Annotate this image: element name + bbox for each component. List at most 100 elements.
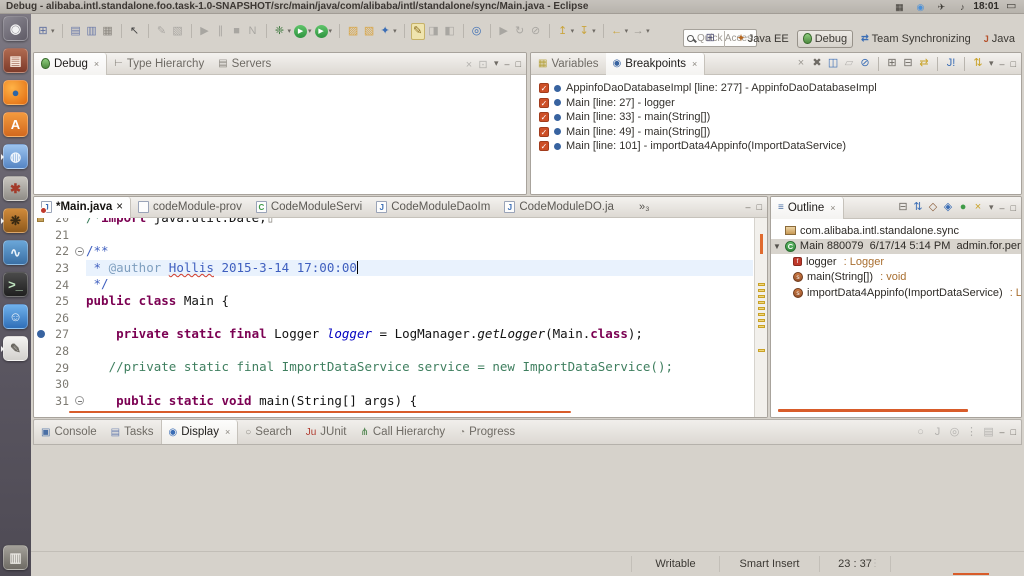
save-icon[interactable]: ▤	[69, 24, 83, 39]
messenger-launcher-icon[interactable]: ☺	[3, 304, 28, 329]
breakpoint-item[interactable]: ✓ AppinfoDaoDatabaseImpl [line: 277] - A…	[539, 81, 1017, 95]
minimize-icon[interactable]: –	[998, 427, 1007, 437]
code-line[interactable]: 31 public static void main(String[] args…	[34, 393, 753, 410]
view-menu-icon[interactable]: ▾	[987, 58, 996, 69]
maximize-icon[interactable]: □	[755, 202, 764, 212]
clock[interactable]: 18:01	[973, 1, 999, 12]
tab-main-java[interactable]: J *Main.java ×	[34, 197, 131, 218]
sort-icon[interactable]: ⇅	[911, 200, 925, 215]
next-edit-location-dropdown-icon[interactable]: ▾	[592, 27, 596, 35]
maximize-icon[interactable]: □	[1009, 203, 1018, 213]
outline-item-method[interactable]: s importData4Appinfo(ImportDataService) …	[771, 285, 1021, 301]
minimize-icon[interactable]: –	[503, 59, 512, 69]
tab-junit[interactable]: Ju JUnit	[299, 420, 354, 444]
code-line[interactable]: 24 */	[34, 276, 753, 293]
back-history-dropdown-icon[interactable]: ▾	[625, 27, 629, 35]
tab-outline[interactable]: ≡ Outline ×	[771, 197, 844, 219]
close-icon[interactable]: ×	[830, 203, 835, 213]
system-monitor-launcher-icon[interactable]: ∿	[3, 240, 28, 265]
tab-variables[interactable]: ▦ Variables	[531, 53, 606, 75]
tab-overflow-chevron[interactable]: »₃	[639, 201, 650, 213]
session-indicator-icon[interactable]: ▭	[1006, 0, 1020, 14]
code-line[interactable]: 28	[34, 343, 753, 360]
firefox-launcher-icon[interactable]: ●	[3, 80, 28, 105]
tab-console[interactable]: ▣ Console	[34, 420, 104, 444]
indicator-network-icon[interactable]: ◉	[913, 1, 927, 13]
outline-item-field[interactable]: f logger : Logger	[771, 254, 1021, 270]
new-java-project-icon[interactable]: ▨	[346, 24, 360, 39]
minimize-icon[interactable]: –	[998, 203, 1007, 213]
terminal-launcher-icon[interactable]: >_	[3, 272, 28, 297]
code-line[interactable]: 25 public class Main {	[34, 293, 753, 310]
search-icon[interactable]: ✦	[378, 24, 392, 39]
close-icon[interactable]: ×	[225, 427, 230, 437]
overview-ruler[interactable]	[754, 218, 767, 417]
tab-codemodule-prov[interactable]: codeModule-prov	[131, 197, 249, 218]
close-icon[interactable]: ×	[692, 59, 697, 69]
add-java-exception-breakpoint-icon[interactable]: J!	[944, 56, 958, 71]
tab-display[interactable]: ◉ Display ×	[161, 420, 239, 444]
debug-view-content[interactable]	[34, 76, 526, 194]
breakpoint-checkbox[interactable]: ✓	[539, 141, 549, 151]
debug-icon[interactable]: ❈	[273, 24, 287, 39]
minimize-icon[interactable]: –	[998, 59, 1007, 69]
code-editor[interactable]: 20 /*import java.util.Date;▯ 21 22 /** 2…	[34, 218, 767, 417]
breakpoint-dot-icon[interactable]	[37, 330, 45, 338]
print-icon[interactable]: ▦	[101, 24, 115, 39]
tab-codemoduledo-ja[interactable]: J CodeModuleDO.ja	[497, 197, 621, 218]
tab-debug[interactable]: Debug ×	[34, 53, 107, 75]
indicator-bluetooth-icon[interactable]: ✈	[934, 1, 948, 13]
new-wizard-icon[interactable]: ⊞	[36, 24, 50, 39]
open-element-icon[interactable]: ◎	[470, 24, 484, 39]
chromium-launcher-icon[interactable]: ◍	[3, 144, 28, 169]
tab-servers[interactable]: ▤ Servers	[211, 53, 278, 75]
perspective-java-ee[interactable]: ✦ Java EE	[732, 31, 794, 47]
code-line[interactable]: 22 /**	[34, 243, 753, 260]
maximize-icon[interactable]: □	[514, 59, 523, 69]
drag-handle[interactable]: ⋮⋮	[861, 558, 879, 569]
breakpoint-item[interactable]: ✓ Main [line: 101] - importData4Appinfo(…	[539, 139, 1017, 153]
code-line[interactable]: 27 private static final Logger logger = …	[34, 326, 753, 343]
breakpoint-checkbox[interactable]: ✓	[539, 83, 549, 93]
java-app-launcher-icon[interactable]: ❋	[3, 208, 28, 233]
forward-history-dropdown-icon[interactable]: ▾	[646, 27, 650, 35]
forward-history-icon[interactable]: →	[631, 24, 645, 39]
tab-codemoduledaoim[interactable]: J CodeModuleDaoIm	[369, 197, 497, 218]
code-line[interactable]: 21	[34, 227, 753, 244]
indicator-keyboard-icon[interactable]: ▦	[892, 1, 906, 13]
code-line[interactable]: 30	[34, 376, 753, 393]
outline-item-method[interactable]: s main(String[]) : void	[771, 270, 1021, 286]
new-wizard-dropdown-icon[interactable]: ▾	[51, 27, 55, 35]
run-last-launched-icon[interactable]: ▶	[315, 25, 328, 38]
previous-edit-location-icon[interactable]: ↥	[556, 24, 570, 39]
collapse-all-icon[interactable]: ⊟	[901, 56, 915, 71]
java-editor-selection-icon[interactable]: ↖	[128, 24, 142, 39]
save-all-icon[interactable]: ▥	[85, 24, 99, 39]
close-icon[interactable]: ×	[116, 201, 123, 213]
system-settings-launcher-icon[interactable]: ✱	[3, 176, 28, 201]
view-menu-icon[interactable]: ▾	[987, 202, 996, 213]
tab-search[interactable]: ○ Search	[238, 420, 298, 444]
tab-type-hierarchy[interactable]: ⊢ Type Hierarchy	[107, 53, 211, 75]
remove-all-breakpoints-icon[interactable]: ✖	[810, 56, 824, 71]
minimize-icon[interactable]: –	[744, 202, 753, 212]
previous-edit-location-dropdown-icon[interactable]: ▾	[571, 27, 575, 35]
trash-launcher-icon[interactable]: ▥	[3, 545, 28, 570]
remove-selected-breakpoints-icon[interactable]: ×	[794, 56, 808, 71]
files-launcher-icon[interactable]: ▤	[3, 48, 28, 73]
perspective-debug[interactable]: Debug	[797, 30, 853, 48]
code-line[interactable]: 20 /*import java.util.Date;▯	[34, 218, 753, 227]
tab-progress[interactable]: ◔ Progress	[452, 420, 522, 444]
next-edit-location-icon[interactable]: ↧	[577, 24, 591, 39]
link-with-debug-view-icon[interactable]: ⇄	[917, 56, 931, 71]
breakpoint-item[interactable]: ✓ Main [line: 33] - main(String[])	[539, 110, 1017, 124]
open-type-icon[interactable]: ▧	[362, 24, 376, 39]
sort-breakpoints-icon[interactable]: ⇅	[971, 56, 985, 71]
hide-static-members-icon[interactable]: ◈	[941, 200, 955, 215]
indicator-sound-icon[interactable]: ♪	[955, 1, 969, 13]
mark-occurrences-icon[interactable]: ✎	[411, 23, 425, 40]
back-history-icon[interactable]: ←	[610, 24, 624, 39]
view-menu-icon[interactable]: ▾	[492, 58, 501, 69]
skip-all-breakpoints-icon[interactable]: ⊘	[858, 56, 872, 71]
code-line[interactable]: 29 //private static final ImportDataServ…	[34, 359, 753, 376]
